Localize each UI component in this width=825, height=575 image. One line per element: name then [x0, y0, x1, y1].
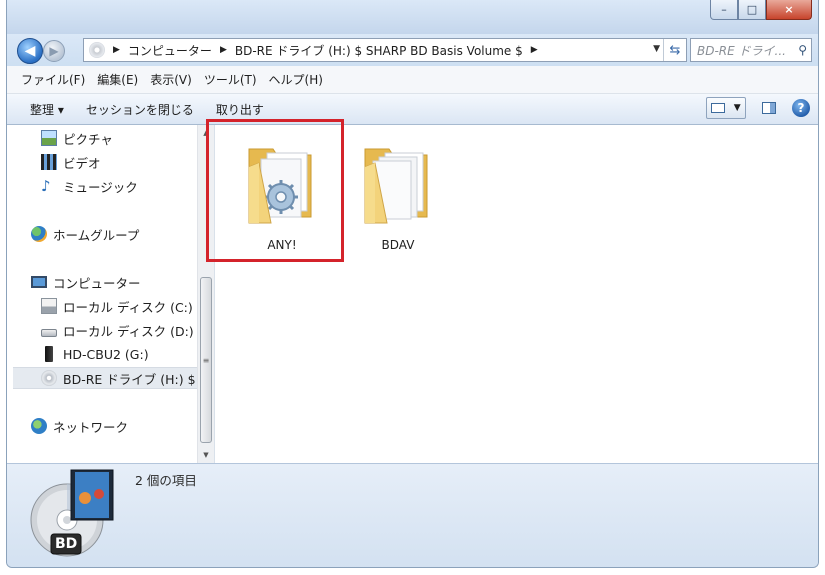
breadcrumb-computer[interactable]: コンピューター: [128, 42, 212, 59]
grip-icon: ≡: [202, 355, 210, 365]
nav-drive-g[interactable]: HD-CBU2 (G:): [41, 343, 149, 365]
external-drive-icon: [45, 346, 53, 362]
scroll-thumb[interactable]: ≡: [200, 277, 212, 443]
menu-view[interactable]: 表示(V): [144, 71, 198, 88]
chevron-down-icon[interactable]: ▼: [734, 103, 741, 113]
preview-pane-icon: [762, 102, 776, 114]
forward-button[interactable]: ▶: [43, 40, 65, 62]
caption-buttons: – □ ×: [710, 0, 812, 20]
title-bar[interactable]: – □ ×: [7, 0, 818, 34]
music-icon: ♪: [41, 177, 51, 195]
disc-drive-icon: [89, 42, 105, 58]
chevron-right-icon[interactable]: ▶: [531, 45, 538, 55]
pictures-icon: [41, 130, 57, 146]
chevron-right-icon[interactable]: ▶: [220, 45, 227, 55]
nav-homegroup-label: ホームグループ: [53, 227, 140, 243]
search-icon[interactable]: ⚲: [798, 43, 807, 57]
forward-arrow-icon: ▶: [49, 44, 59, 58]
breadcrumb-drive[interactable]: BD-RE ドライブ (H:) $ SHARP BD Basis Volume …: [235, 42, 523, 59]
nav-music[interactable]: ♪ ミュージック: [41, 175, 138, 197]
address-row: ◀ ▶ ▶ コンピューター ▶ BD-RE ドライブ (H:) $ SHARP …: [7, 34, 818, 66]
nav-pictures-label: ピクチャ: [63, 131, 113, 147]
search-placeholder: BD-RE ドライ...: [697, 43, 786, 58]
close-button[interactable]: ×: [766, 0, 812, 20]
nav-drive-c-label: ローカル ディスク (C:): [63, 299, 193, 315]
nav-drive-d-label: ローカル ディスク (D:): [63, 323, 194, 339]
network-icon: [31, 418, 47, 434]
nav-drive-g-label: HD-CBU2 (G:): [63, 346, 149, 362]
menu-bar: ファイル(F) 編集(E) 表示(V) ツール(T) ヘルプ(H): [7, 66, 818, 94]
chevron-right-icon[interactable]: ▶: [113, 45, 120, 55]
refresh-icon: ⇆: [669, 42, 681, 58]
nav-computer[interactable]: コンピューター: [31, 271, 141, 293]
nav-videos[interactable]: ビデオ: [41, 151, 101, 173]
disc-label: BD: [55, 536, 78, 552]
close-session-button[interactable]: セッションを閉じる: [75, 101, 205, 118]
search-input[interactable]: BD-RE ドライ... ⚲: [690, 38, 812, 62]
nav-drive-c[interactable]: ローカル ディスク (C:): [41, 295, 193, 317]
video-icon: [41, 154, 57, 170]
menu-edit[interactable]: 編集(E): [91, 71, 144, 88]
command-bar: 整理 ▾ セッションを閉じる 取り出す ▼ ?: [7, 94, 818, 125]
nav-network[interactable]: ネットワーク: [31, 415, 128, 437]
menu-file[interactable]: ファイル(F): [15, 71, 91, 88]
explorer-window: – □ × ◀ ▶ ▶ コンピューター ▶ BD-RE ドライブ (H:) $ …: [6, 0, 819, 568]
highlight-box: [206, 119, 344, 262]
address-bar[interactable]: ▶ コンピューター ▶ BD-RE ドライブ (H:) $ SHARP BD B…: [83, 38, 687, 62]
nav-music-label: ミュージック: [63, 179, 138, 195]
refresh-button[interactable]: ⇆: [663, 39, 686, 61]
disc-drive-icon: [41, 370, 57, 386]
toolbar-right: ▼ ?: [706, 97, 810, 119]
help-icon: ?: [797, 101, 805, 115]
nav-homegroup[interactable]: ホームグループ: [31, 223, 139, 245]
nav-network-label: ネットワーク: [53, 419, 129, 435]
navigation-pane: ピクチャ ビデオ ♪ ミュージック ホームグループ コンピューター ローカル デ…: [7, 125, 197, 463]
nav-computer-label: コンピューター: [53, 275, 141, 291]
nav-drive-h[interactable]: BD-RE ドライブ (H:) $: [13, 367, 197, 389]
minimize-button[interactable]: –: [710, 0, 738, 20]
homegroup-icon: [31, 226, 47, 242]
windows-drive-icon: [41, 298, 57, 314]
menu-help[interactable]: ヘルプ(H): [263, 71, 329, 88]
nav-drive-h-label: BD-RE ドライブ (H:) $: [63, 371, 196, 387]
address-dropdown-icon[interactable]: ▼: [653, 44, 660, 54]
nav-pictures[interactable]: ピクチャ: [41, 127, 113, 149]
details-pane: BD 2 個の項目: [7, 463, 818, 567]
change-view-button[interactable]: ▼: [706, 97, 746, 119]
folder-item[interactable]: BDAV: [353, 133, 443, 252]
maximize-button[interactable]: □: [738, 0, 766, 20]
folder-icon: [364, 148, 428, 224]
eject-button[interactable]: 取り出す: [205, 101, 275, 118]
back-button[interactable]: ◀: [17, 38, 43, 64]
help-button[interactable]: ?: [792, 99, 810, 117]
view-icon: [711, 103, 726, 113]
hard-drive-icon: [41, 329, 57, 337]
nav-drive-d[interactable]: ローカル ディスク (D:): [41, 319, 194, 341]
file-name: BDAV: [381, 238, 415, 252]
scroll-down-icon[interactable]: ▼: [198, 447, 214, 463]
preview-pane-button[interactable]: [758, 97, 780, 119]
menu-tools[interactable]: ツール(T): [198, 71, 263, 88]
organize-button[interactable]: 整理 ▾: [19, 101, 75, 118]
computer-icon: [31, 276, 47, 288]
nav-videos-label: ビデオ: [63, 155, 101, 171]
back-arrow-icon: ◀: [24, 43, 36, 59]
item-count: 2 個の項目: [135, 473, 197, 488]
